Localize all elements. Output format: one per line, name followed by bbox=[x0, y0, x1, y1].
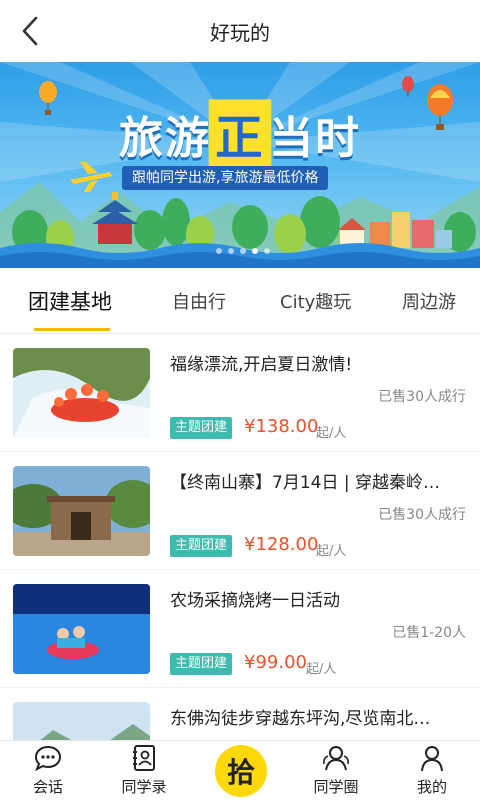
page-title: 好玩的 bbox=[210, 20, 270, 45]
chat-bubble-icon bbox=[34, 745, 62, 772]
center-action-button[interactable]: 拾 bbox=[215, 745, 267, 797]
list-item[interactable]: 【终南山寨】7月14日 | 穿越秦岭… 已售30人成行 主题团建 ¥128.00… bbox=[0, 452, 480, 570]
back-button[interactable] bbox=[14, 14, 46, 48]
item-thumbnail bbox=[13, 466, 150, 556]
banner-dot[interactable] bbox=[216, 248, 222, 254]
list-item[interactable]: 福缘漂流,开启夏日激情! 已售30人成行 主题团建 ¥138.00 起/人 bbox=[0, 334, 480, 452]
item-tag: 主题团建 bbox=[170, 653, 233, 675]
top-bar: 好玩的 bbox=[0, 0, 480, 62]
item-sold: 已售1-20人 bbox=[392, 625, 466, 641]
contacts-book-icon bbox=[133, 745, 155, 771]
tab-city-fun[interactable]: City趣玩 bbox=[280, 288, 351, 314]
person-icon bbox=[421, 746, 443, 772]
center-action-label: 拾 bbox=[226, 756, 255, 789]
tabbar-label: 同学圈 bbox=[313, 778, 359, 796]
item-title: 福缘漂流,开启夏日激情! bbox=[170, 355, 353, 375]
tabbar-label: 会话 bbox=[32, 778, 63, 796]
banner-subtitle: 跟帕同学出游,享旅游最低价格 bbox=[122, 166, 329, 190]
banner-dot[interactable] bbox=[264, 248, 270, 254]
promo-banner[interactable]: 旅游正当时 跟帕同学出游,享旅游最低价格 bbox=[0, 62, 480, 268]
tabbar-item-me[interactable]: 我的 bbox=[384, 741, 480, 801]
list-item[interactable]: 农场采摘烧烤一日活动 已售1-20人 主题团建 ¥99.00 起/人 bbox=[0, 570, 480, 688]
item-tag: 主题团建 bbox=[170, 535, 233, 557]
banner-dot[interactable] bbox=[228, 248, 234, 254]
item-tag: 主题团建 bbox=[170, 417, 233, 439]
activity-list: 福缘漂流,开启夏日激情! 已售30人成行 主题团建 ¥138.00 起/人 【终… bbox=[0, 334, 480, 740]
list-item[interactable]: 东佛沟徒步穿越东坪沟,尽览南北… bbox=[0, 688, 480, 740]
banner-title-part1: 旅游 bbox=[119, 113, 211, 164]
tabbar-item-contacts[interactable]: 同学录 bbox=[96, 741, 192, 801]
item-thumbnail bbox=[13, 348, 150, 438]
item-sold: 已售30人成行 bbox=[378, 389, 466, 405]
item-price-unit: 起/人 bbox=[316, 544, 347, 559]
banner-pagination bbox=[216, 248, 270, 254]
tabbar-item-circle[interactable]: 同学圈 bbox=[288, 741, 384, 801]
banner-dot[interactable] bbox=[240, 248, 246, 254]
item-thumbnail bbox=[13, 702, 150, 740]
banner-title: 旅游正当时 bbox=[0, 99, 480, 169]
item-title: 东佛沟徒步穿越东坪沟,尽览南北… bbox=[170, 709, 431, 729]
category-tabs: 团建基地 自由行 City趣玩 周边游 bbox=[0, 268, 480, 334]
item-price: ¥99.00 bbox=[244, 652, 307, 673]
tab-nearby[interactable]: 周边游 bbox=[402, 288, 456, 314]
tabbar-item-chat[interactable]: 会话 bbox=[0, 741, 96, 801]
item-title: 农场采摘烧烤一日活动 bbox=[170, 591, 340, 611]
item-price-unit: 起/人 bbox=[316, 426, 347, 441]
tab-team-building[interactable]: 团建基地 bbox=[28, 286, 112, 316]
item-thumbnail bbox=[13, 584, 150, 674]
friends-circle-icon bbox=[323, 746, 349, 771]
item-sold: 已售30人成行 bbox=[378, 507, 466, 523]
active-tab-indicator bbox=[34, 328, 110, 331]
item-price: ¥128.00 bbox=[244, 534, 319, 555]
tab-free-travel[interactable]: 自由行 bbox=[172, 288, 226, 314]
item-price: ¥138.00 bbox=[244, 416, 319, 437]
item-title: 【终南山寨】7月14日 | 穿越秦岭… bbox=[170, 473, 440, 493]
item-price-unit: 起/人 bbox=[306, 662, 337, 677]
banner-title-highlight: 正 bbox=[208, 99, 272, 169]
banner-dot-active[interactable] bbox=[252, 248, 258, 254]
banner-title-part2: 当时 bbox=[269, 113, 361, 164]
tabbar-label: 同学录 bbox=[121, 778, 167, 796]
tabbar-label: 我的 bbox=[416, 778, 447, 796]
chevron-left-icon bbox=[22, 16, 38, 46]
